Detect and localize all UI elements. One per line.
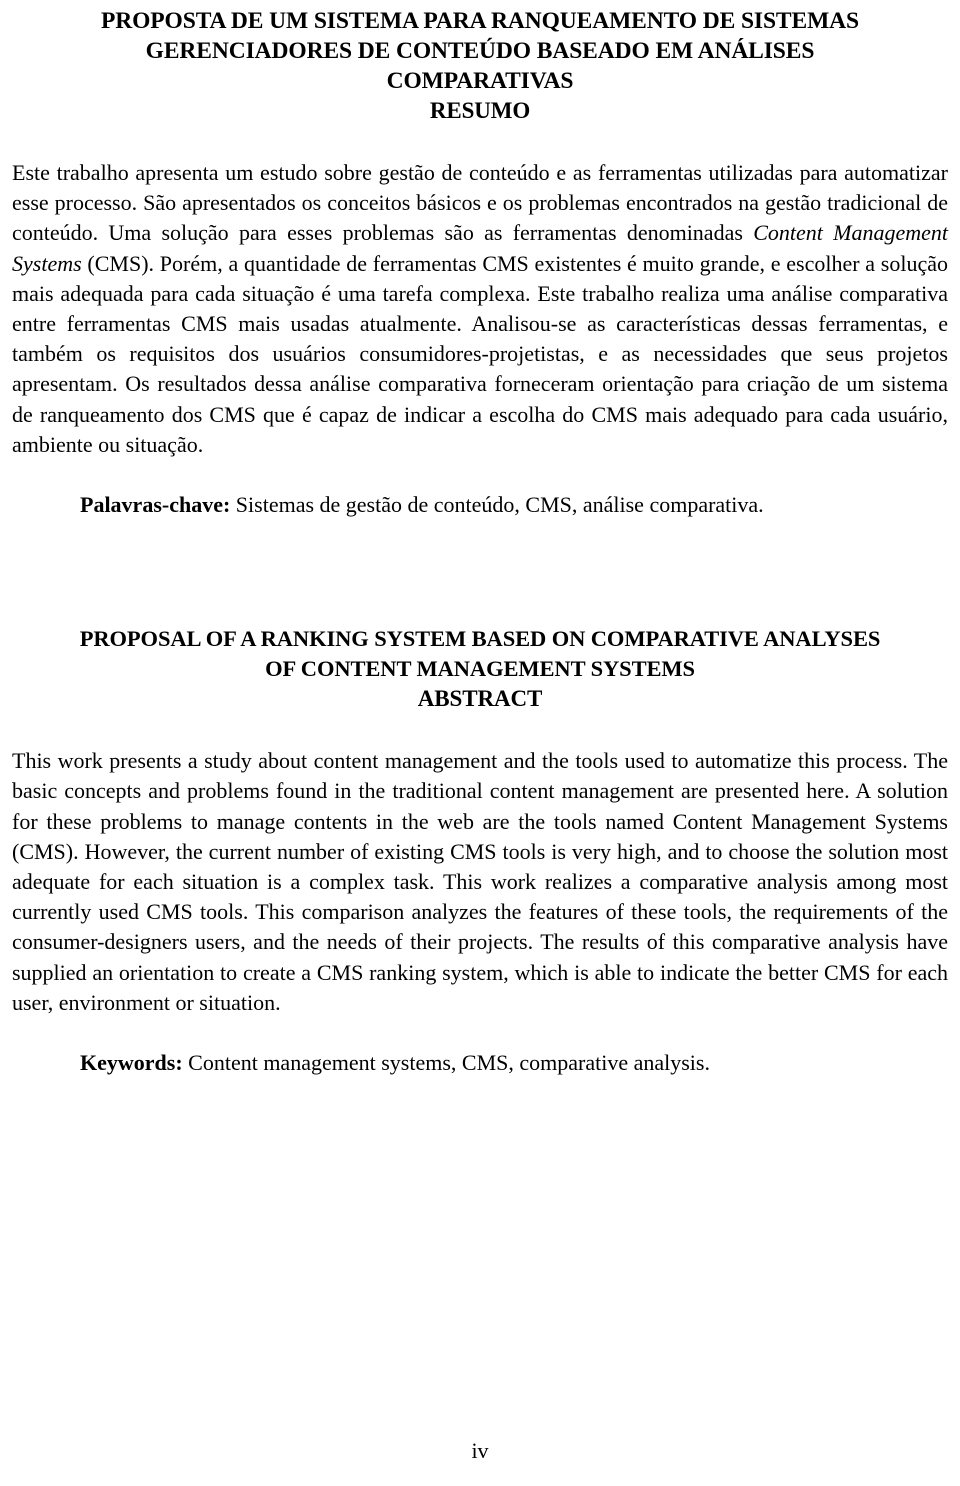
abstract-heading: ABSTRACT: [417, 686, 543, 712]
english-keywords-value: Content management systems, CMS, compara…: [182, 1050, 710, 1076]
portuguese-title: PROPOSTA DE UM SISTEMA PARA RANQUEAMENTO…: [12, 0, 948, 126]
english-title-line-2: OF CONTENT MANAGEMENT SYSTEMS: [265, 656, 695, 682]
portuguese-title-line-2: GERENCIADORES DE CONTEÚDO BASEADO EM ANÁ…: [145, 38, 815, 64]
portuguese-title-line-1: PROPOSTA DE UM SISTEMA PARA RANQUEAMENTO…: [100, 8, 859, 34]
portuguese-abstract-text-part-2: (CMS). Porém, a quantidade de ferramenta…: [12, 250, 948, 457]
portuguese-keywords-value: Sistemas de gestão de conteúdo, CMS, aná…: [230, 492, 764, 518]
english-keywords-label: Keywords:: [80, 1050, 183, 1076]
portuguese-keywords: Palavras-chave: Sistemas de gestão de co…: [12, 490, 948, 520]
portuguese-abstract: Este trabalho apresenta um estudo sobre …: [12, 158, 948, 460]
english-abstract: This work presents a study about content…: [12, 748, 948, 1015]
portuguese-keywords-label: Palavras-chave:: [80, 492, 231, 518]
document-page: PROPOSTA DE UM SISTEMA PARA RANQUEAMENTO…: [0, 0, 960, 1486]
page-number: iv: [471, 1438, 489, 1463]
language-separator-gap: [12, 520, 948, 624]
resumo-heading: RESUMO: [429, 98, 531, 123]
portuguese-title-line-3: COMPARATIVAS: [386, 68, 574, 94]
english-title: PROPOSAL OF A RANKING SYSTEM BASED ON CO…: [12, 624, 948, 714]
english-title-line-1: PROPOSAL OF A RANKING SYSTEM BASED ON CO…: [79, 626, 881, 652]
english-keywords: Keywords: Content management systems, CM…: [12, 1048, 948, 1078]
